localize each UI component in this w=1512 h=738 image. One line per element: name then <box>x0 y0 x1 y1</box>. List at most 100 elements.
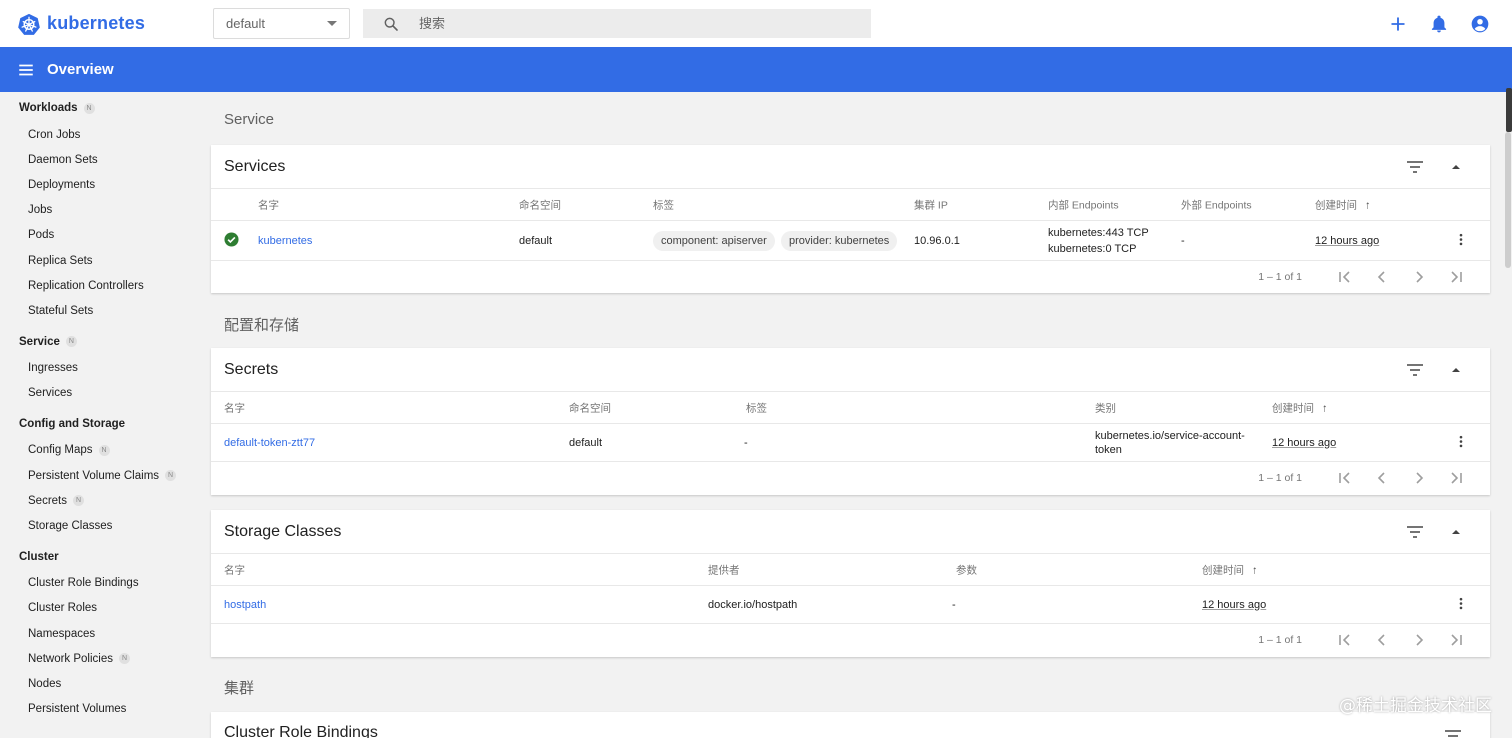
nav-group-label: Service <box>19 335 60 348</box>
menu-icon[interactable] <box>17 61 35 79</box>
sidebar-item[interactable]: Cluster Role Bindings <box>0 571 190 596</box>
created-time[interactable]: 12 hours ago <box>1202 599 1266 611</box>
col-created[interactable]: 创建时间 ↑ <box>1315 197 1371 212</box>
sidebar-item-label: Cluster Role Bindings <box>28 577 139 590</box>
table-row: kubernetes default component: apiserver … <box>211 221 1490 261</box>
sidebar-item[interactable]: Persistent Volume Claims N <box>0 463 190 488</box>
secrets-card: Secrets 名字 命名空间 标签 类别 创建时间 ↑ default-toke… <box>211 348 1490 495</box>
prev-page-icon[interactable] <box>1374 269 1390 285</box>
created-time[interactable]: 12 hours ago <box>1272 437 1336 449</box>
sidebar-item[interactable]: Cron Jobs <box>0 122 190 147</box>
page-scrollbar[interactable] <box>1504 88 1512 738</box>
col-name[interactable]: 名字 <box>258 197 279 212</box>
sidebar-item[interactable]: Secrets N <box>0 488 190 513</box>
col-created-label: 创建时间 <box>1202 564 1244 576</box>
nav-group-label: Cluster <box>19 550 59 563</box>
sidebar-item[interactable]: Daemon Sets <box>0 147 190 172</box>
sidebar-item[interactable]: Services <box>0 381 190 406</box>
nav-group-title[interactable]: Workloads N <box>0 101 190 115</box>
sidebar-item-label: Namespaces <box>28 627 96 640</box>
sidebar-item[interactable]: Pods <box>0 223 190 248</box>
filter-list-icon[interactable] <box>1444 728 1462 738</box>
first-page-icon[interactable] <box>1337 632 1353 648</box>
collapse-arrow-up-icon[interactable] <box>1450 364 1462 376</box>
col-name[interactable]: 名字 <box>224 400 245 415</box>
search-input[interactable] <box>419 16 839 31</box>
page-range: 1 – 1 of 1 <box>1258 633 1302 646</box>
secret-name-link[interactable]: default-token-ztt77 <box>224 437 315 449</box>
collapse-arrow-up-icon[interactable] <box>1450 526 1462 538</box>
service-name-link[interactable]: kubernetes <box>258 235 312 247</box>
row-actions-kebab[interactable] <box>1454 434 1468 451</box>
brand-name: kubernetes <box>47 13 146 33</box>
prev-page-icon[interactable] <box>1374 632 1390 648</box>
card-title: Cluster Role Bindings <box>224 724 378 738</box>
next-page-icon[interactable] <box>1411 269 1427 285</box>
sidebar-item[interactable]: Deployments <box>0 172 190 197</box>
col-name[interactable]: 名字 <box>224 562 245 577</box>
col-internal-endpoints: 内部 Endpoints <box>1048 199 1119 211</box>
search-box[interactable] <box>363 9 871 38</box>
col-labels: 标签 <box>746 402 767 414</box>
nav-group-title[interactable]: Cluster <box>0 550 190 564</box>
nav-group-title[interactable]: Config and Storage <box>0 417 190 431</box>
sort-arrow-up-icon: ↑ <box>1322 402 1328 414</box>
sidebar-item-label: Cron Jobs <box>28 128 81 141</box>
watermark: @稀土掘金技术社区 <box>1339 696 1492 716</box>
sidebar-item[interactable]: Replica Sets <box>0 248 190 273</box>
sidebar-item[interactable]: Storage Classes <box>0 513 190 538</box>
prev-page-icon[interactable] <box>1374 470 1390 486</box>
namespace-value: default <box>226 16 266 31</box>
sidebar-item[interactable]: Cluster Roles <box>0 596 190 621</box>
filter-list-icon[interactable] <box>1406 362 1424 378</box>
sidebar-item[interactable]: Jobs <box>0 198 190 223</box>
card-tools <box>1406 524 1462 540</box>
brand[interactable]: kubernetes <box>18 13 213 35</box>
last-page-icon[interactable] <box>1448 470 1464 486</box>
nav-group-title[interactable]: Service N <box>0 335 190 349</box>
storage-class-name-link[interactable]: hostpath <box>224 599 266 611</box>
sidebar-item[interactable]: Namespaces <box>0 621 190 646</box>
card-header: Cluster Role Bindings <box>211 712 1490 738</box>
nav-items: Cron Jobs Daemon Sets Deployments Jobs Pods R… <box>0 122 190 324</box>
created-time[interactable]: 12 hours ago <box>1315 235 1379 247</box>
paginator: 1 – 1 of 1 <box>211 462 1490 493</box>
secret-labels: - <box>744 436 748 449</box>
nav-group: Workloads N Cron Jobs Daemon Sets Deployment… <box>0 101 190 324</box>
external-endpoints: - <box>1181 234 1185 247</box>
col-created[interactable]: 创建时间 ↑ <box>1272 400 1328 415</box>
col-namespace[interactable]: 命名空间 <box>519 197 561 212</box>
page-range: 1 – 1 of 1 <box>1258 270 1302 283</box>
next-page-icon[interactable] <box>1411 632 1427 648</box>
filter-list-icon[interactable] <box>1406 159 1424 175</box>
sidebar-item[interactable]: Stateful Sets <box>0 298 190 323</box>
last-page-icon[interactable] <box>1448 632 1464 648</box>
top-bar: kubernetes default <box>0 0 1512 47</box>
account-circle-icon[interactable] <box>1470 14 1490 34</box>
sidebar-item[interactable]: Network Policies N <box>0 646 190 671</box>
service-cluster-ip: 10.96.0.1 <box>914 234 960 247</box>
namespace-select[interactable]: default <box>213 8 350 39</box>
notifications-bell-icon[interactable] <box>1429 14 1449 34</box>
first-page-icon[interactable] <box>1337 470 1353 486</box>
scrollbar-rail <box>1505 132 1511 268</box>
filter-list-icon[interactable] <box>1406 524 1424 540</box>
sort-arrow-up-icon: ↑ <box>1252 564 1258 576</box>
storage-params: - <box>952 598 956 611</box>
row-actions-kebab[interactable] <box>1454 232 1468 249</box>
add-icon[interactable] <box>1388 14 1408 34</box>
last-page-icon[interactable] <box>1448 269 1464 285</box>
next-page-icon[interactable] <box>1411 470 1427 486</box>
first-page-icon[interactable] <box>1337 269 1353 285</box>
sidebar-item[interactable]: Ingresses <box>0 356 190 381</box>
sidebar-item[interactable]: Nodes <box>0 671 190 696</box>
paginator: 1 – 1 of 1 <box>211 624 1490 655</box>
col-namespace[interactable]: 命名空间 <box>569 400 611 415</box>
col-created[interactable]: 创建时间 ↑ <box>1202 562 1258 577</box>
sidebar-item[interactable]: Persistent Volumes <box>0 697 190 722</box>
sidebar-item[interactable]: Config Maps N <box>0 438 190 463</box>
scrollbar-thumb[interactable] <box>1506 88 1512 132</box>
collapse-arrow-up-icon[interactable] <box>1450 161 1462 173</box>
sidebar-item[interactable]: Replication Controllers <box>0 273 190 298</box>
row-actions-kebab[interactable] <box>1454 596 1468 613</box>
